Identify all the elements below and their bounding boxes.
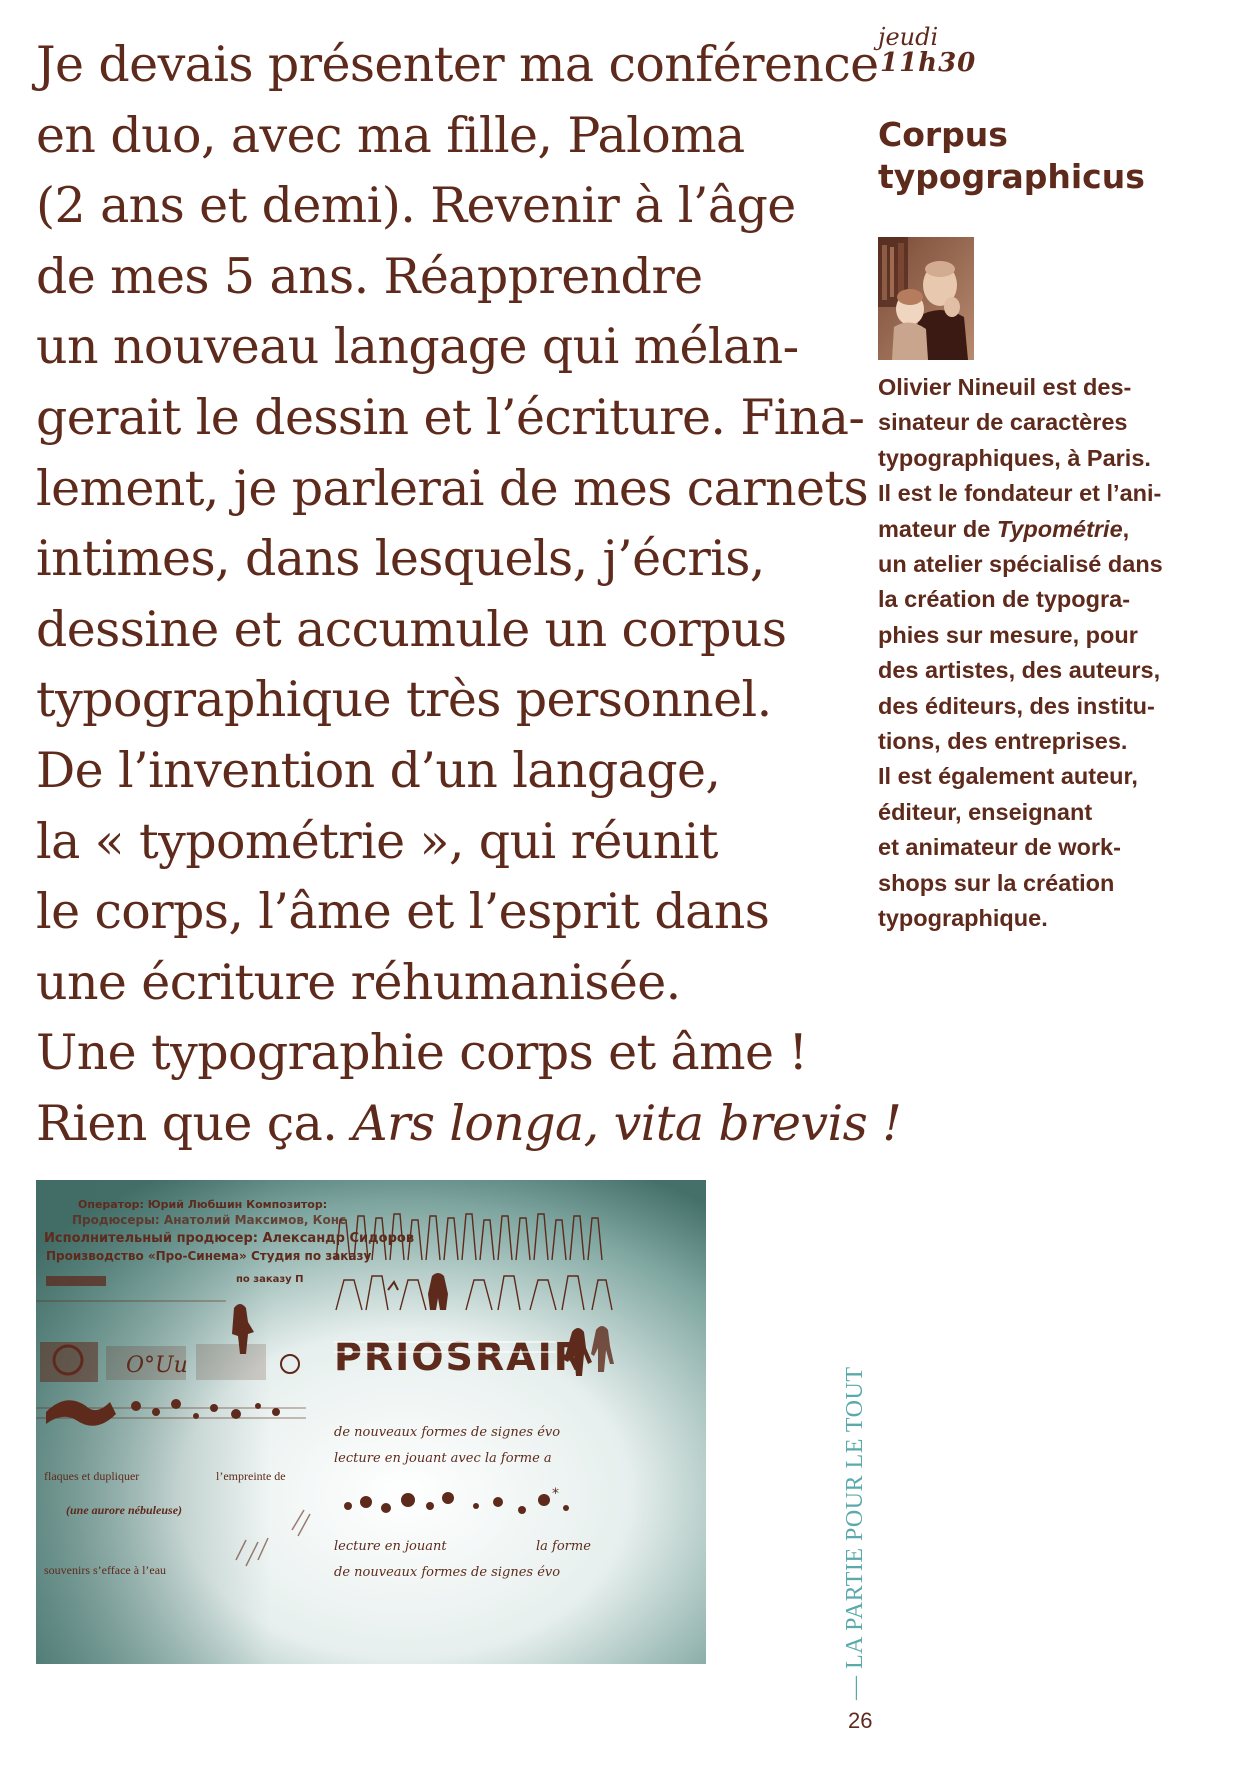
- body-line: de mes 5 ans. Réapprendre: [36, 247, 703, 305]
- bio-line: phies sur mesure, pour: [878, 621, 1138, 648]
- right-caption-3: lecture en jouant: [334, 1539, 447, 1554]
- cyrillic-line-3: Исполнительный продюсер: Александр Сидор…: [44, 1231, 414, 1246]
- bio-line: un atelier spécialisé dans: [878, 551, 1163, 578]
- left-caption-3: (une aurore nébuleuse): [66, 1503, 182, 1517]
- body-line: un nouveau langage qui mélan-: [36, 318, 799, 376]
- bio-typometrie: Typométrie: [996, 515, 1123, 542]
- body-line: le corps, l’âme et l’esprit dans: [36, 883, 770, 941]
- bio-line: typographiques, à Paris.: [878, 444, 1151, 471]
- bio-line: Il est le fondateur et l’ani-: [878, 480, 1162, 507]
- right-caption-5: de nouveaux formes de signes évo: [334, 1565, 560, 1580]
- speaker-bio: Olivier Nineuil est des- sinateur de car…: [878, 370, 1208, 937]
- svg-text:O°Uu: O°Uu: [126, 1353, 188, 1378]
- bio-line-mateur: mateur de Typométrie,: [878, 512, 1208, 547]
- body-line: typographique très personnel.: [36, 671, 772, 729]
- body-line: dessine et accumule un corpus: [36, 600, 787, 658]
- left-caption-1: flaques et dupliquer: [44, 1469, 139, 1483]
- body-line: intimes, dans lesquels, j’écris,: [36, 530, 765, 588]
- cyrillic-line-5: по заказу П: [236, 1274, 304, 1285]
- body-line: De l’invention d’un langage,: [36, 741, 721, 799]
- body-line: Je devais présenter ma conférence: [36, 36, 879, 93]
- session-time: 11h30: [880, 48, 977, 78]
- speaker-portrait: [878, 237, 974, 360]
- bio-line: éditeur, enseignant: [878, 798, 1093, 825]
- left-caption-4: souvenirs s’efface à l’eau: [44, 1563, 166, 1577]
- svg-text:*: *: [552, 1486, 559, 1502]
- right-caption-1: de nouveaux formes de signes évo: [334, 1425, 560, 1440]
- bio-line: des éditeurs, des institu-: [878, 692, 1155, 719]
- body-last-plain: Rien que ça.: [36, 1094, 353, 1152]
- cyrillic-line-2: Продюсеры: Анатолий Максимов, Конс: [72, 1213, 346, 1227]
- bio-line: shops sur la création: [878, 869, 1115, 896]
- cyrillic-line-1: Оператор: Юрий Любшин Композитор:: [78, 1198, 327, 1211]
- body-line: une écriture réhumanisée.: [36, 953, 681, 1011]
- typographic-specimen-image: Оператор: Юрий Любшин Композитор: Продюс…: [36, 1180, 706, 1664]
- bio-line: tions, des entreprises.: [878, 728, 1128, 755]
- bio-line: Olivier Nineuil est des-: [878, 374, 1132, 400]
- bio-line: la création de typogra-: [878, 586, 1131, 613]
- page-number: 26: [848, 1708, 873, 1733]
- bio-line: typographique.: [878, 905, 1048, 932]
- session-day: jeudi: [878, 23, 939, 51]
- left-caption-2: l’empreinte de: [216, 1469, 286, 1483]
- body-line: en duo, avec ma fille, Paloma: [36, 106, 745, 164]
- main-body-text: Je devais présenter ma conférence en duo…: [36, 30, 902, 1160]
- body-line: la « typométrie », qui réunit: [36, 812, 718, 870]
- right-caption-2: lecture en jouant avec la forme a: [334, 1451, 552, 1466]
- bio-mateur-prefix: mateur de: [878, 515, 997, 542]
- body-line: gerait le dessin et l’écriture. Fina-: [36, 388, 865, 446]
- body-line: (2 ans et demi). Revenir à l’âge: [36, 177, 796, 235]
- cyrillic-line-4: Производство «Про-Синема» Студия по зака…: [46, 1249, 372, 1263]
- bio-line: des artistes, des auteurs,: [878, 657, 1161, 684]
- body-line: Une typographie corps et âme !: [36, 1024, 808, 1082]
- bio-mateur-suffix: ,: [1122, 515, 1130, 542]
- right-caption-4: la forme: [536, 1539, 591, 1554]
- session-title: Corpus typographicus: [878, 114, 1198, 198]
- bio-line: Il est également auteur,: [878, 763, 1138, 790]
- body-last-italic: Ars longa, vita brevis !: [352, 1094, 902, 1152]
- bio-line: et animateur de work-: [878, 834, 1121, 861]
- body-line-last: Rien que ça. Ars longa, vita brevis !: [36, 1089, 902, 1160]
- title-line-2: typographicus: [878, 157, 1145, 196]
- bio-line: sinateur de caractères: [878, 409, 1128, 436]
- body-line: lement, je parlerai de mes carnets: [36, 459, 869, 517]
- title-line-1: Corpus: [878, 115, 1008, 154]
- running-head: — LA PARTIE POUR LE TOUT: [842, 1366, 868, 1700]
